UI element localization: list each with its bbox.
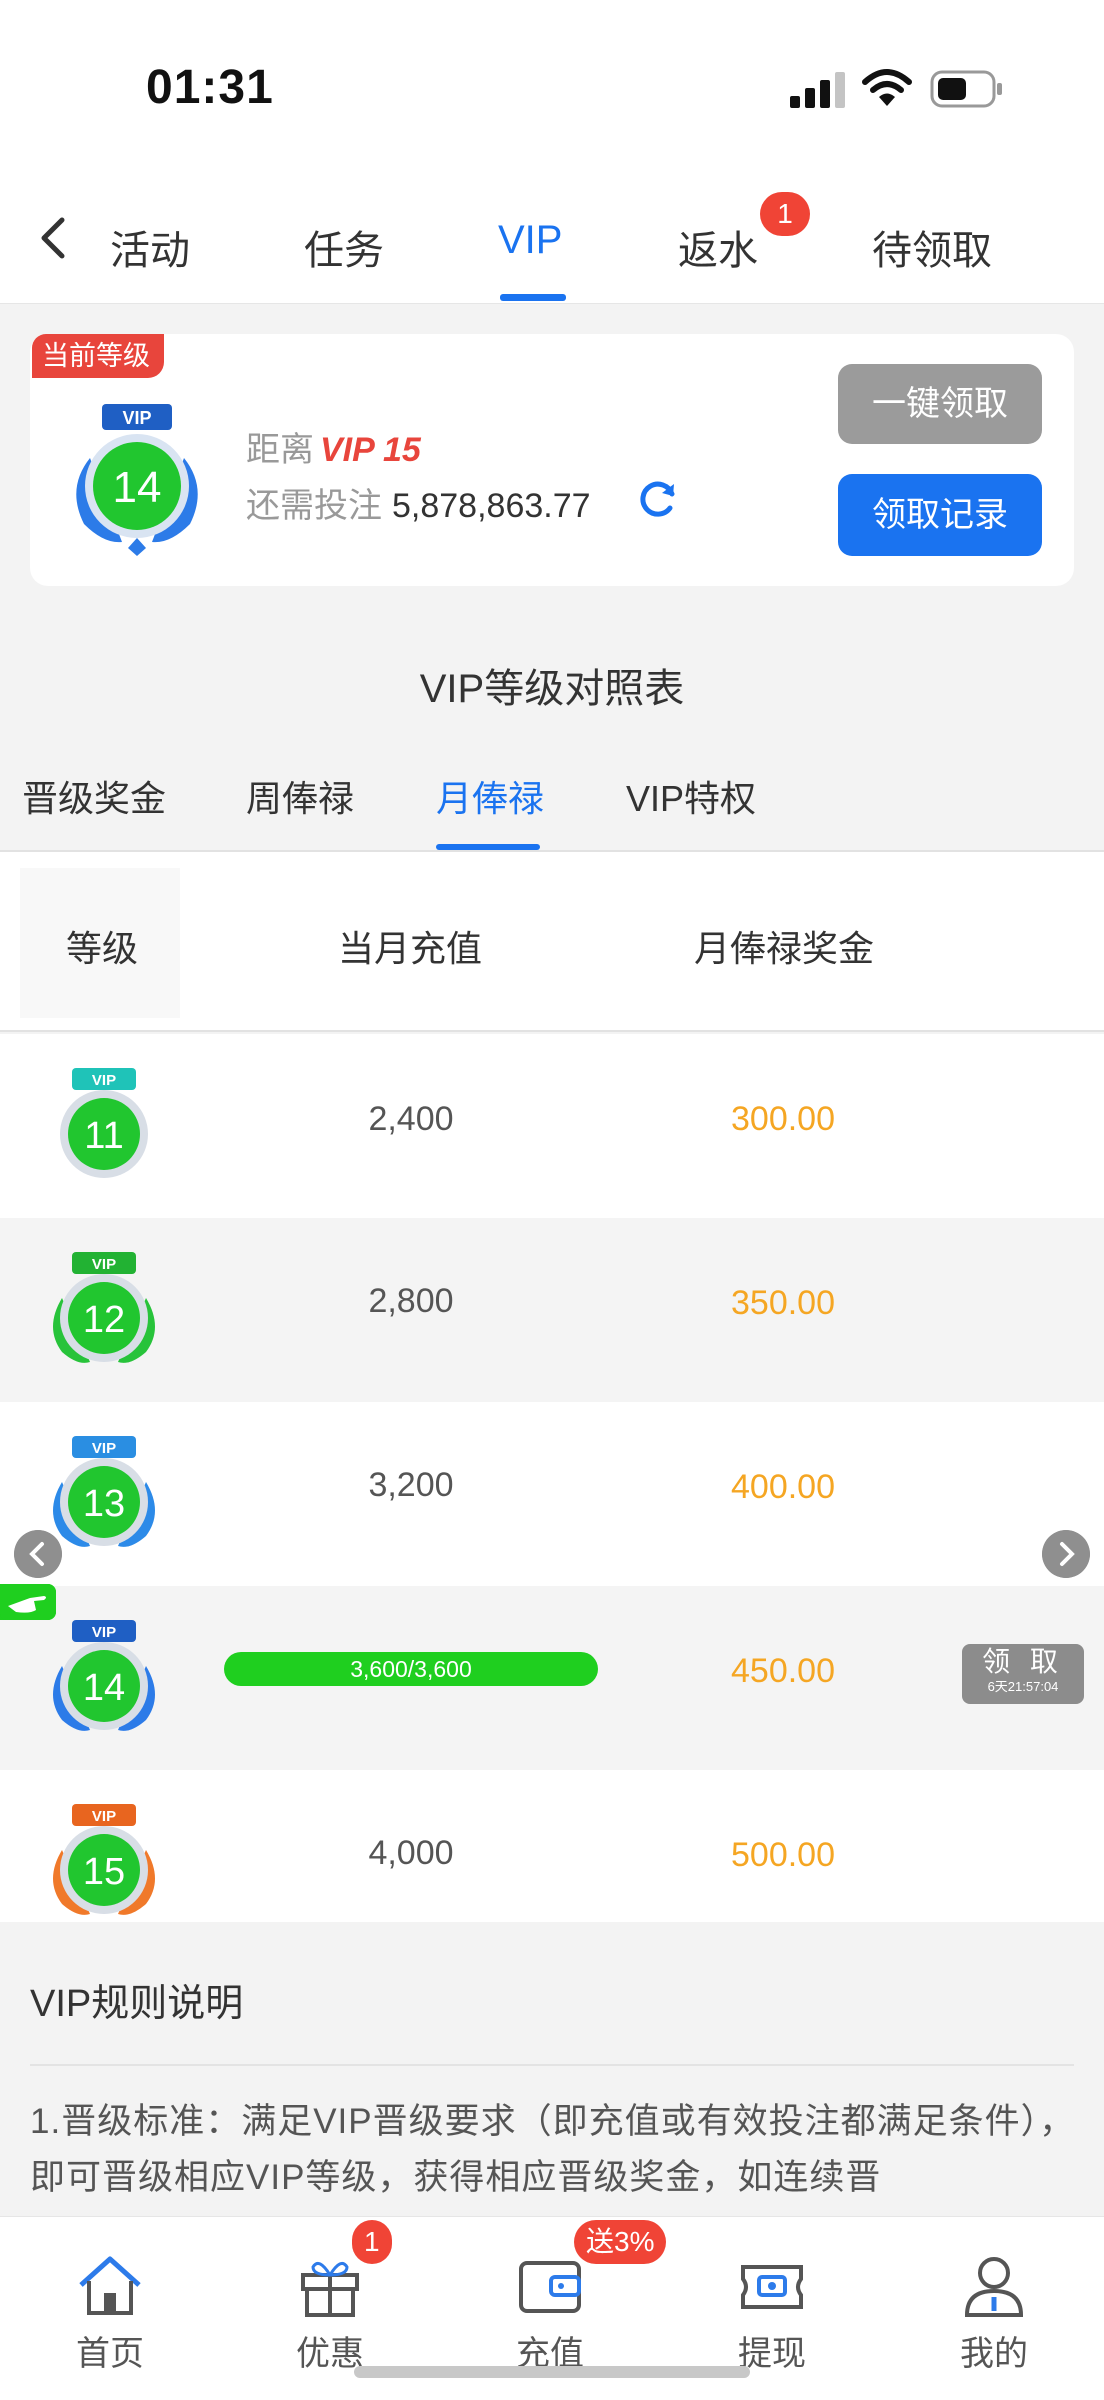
nav-recharge[interactable]: 充值 — [490, 2253, 610, 2375]
vip-14-medal-icon: VIP 14 — [76, 404, 198, 556]
claim-countdown: 6天21:57:04 — [987, 1679, 1059, 1694]
gift-icon — [301, 2261, 359, 2317]
withdraw-icon — [741, 2265, 803, 2309]
recharge-value: 3,200 — [368, 1466, 454, 1504]
svg-text:VIP: VIP — [122, 408, 151, 428]
tab-activities[interactable]: 活动 — [110, 218, 190, 276]
recharge-progress-bar: 3,600/3,600 — [224, 1652, 598, 1686]
vip-12-medal-icon: VIP 12 — [53, 1252, 155, 1363]
svg-text:14: 14 — [83, 1667, 125, 1709]
tab-tasks[interactable]: 任务 — [304, 218, 384, 276]
recharge-value: 4,000 — [368, 1834, 454, 1872]
signal-icon — [790, 72, 845, 108]
tab-rebate[interactable]: 返水 — [678, 218, 758, 276]
distance-text: 距离 VIP 15 — [246, 422, 421, 471]
svg-text:15: 15 — [83, 1851, 125, 1893]
current-level-tag: 当前等级 — [32, 334, 164, 378]
home-indicator — [354, 2366, 750, 2378]
home-icon — [79, 2256, 141, 2315]
scroll-right-icon[interactable] — [1042, 1530, 1090, 1578]
bonus-value: 300.00 — [731, 1100, 835, 1138]
table-row: VIP 12 2,800 350.00 — [0, 1218, 1104, 1402]
bonus-value: 450.00 — [731, 1652, 835, 1690]
need-bet-label: 还需投注 — [246, 487, 382, 525]
tab-pending[interactable]: 待领取 — [872, 218, 992, 276]
nav-profile[interactable]: 我的 — [934, 2253, 1054, 2375]
scroll-left-icon[interactable] — [14, 1530, 62, 1578]
svg-text:VIP: VIP — [92, 1440, 116, 1457]
need-bet-amount: 5,878,863.77 — [392, 487, 591, 525]
back-arrow-icon[interactable] — [30, 210, 80, 266]
active-tab-indicator — [500, 294, 566, 301]
rules-text: 1.晋级标准：满足VIP晋级要求（即充值或有效投注都满足条件），即可晋级相应VI… — [30, 2102, 1076, 2197]
claim-records-button[interactable]: 领取记录 — [838, 474, 1042, 556]
nav-offers[interactable]: 优惠 — [270, 2253, 390, 2375]
bonus-value: 500.00 — [731, 1836, 835, 1874]
top-tab-bar: 活动 任务 VIP 返水 1 待领取 — [0, 180, 1104, 304]
svg-text:13: 13 — [83, 1483, 125, 1525]
need-bet-text: 还需投注 5,878,863.77 — [246, 478, 591, 527]
tab-vip[interactable]: VIP — [498, 218, 562, 263]
header-level: 等级 — [66, 928, 139, 969]
offers-badge: 1 — [352, 2220, 392, 2264]
bonus-value: 350.00 — [731, 1284, 835, 1322]
recharge-bonus-badge: 送3% — [574, 2220, 667, 2264]
user-icon — [964, 2257, 1024, 2317]
svg-text:12: 12 — [83, 1299, 125, 1341]
table-row: VIP 13 3,200 400.00 — [0, 1402, 1104, 1586]
claim-label: 领 取 — [982, 1646, 1064, 1677]
wallet-icon — [519, 2261, 581, 2313]
subtab-weekly-salary[interactable]: 周俸禄 — [246, 770, 354, 822]
vip-11-medal-icon: VIP 11 — [60, 1068, 148, 1178]
nav-home-label: 首页 — [76, 2335, 144, 2373]
divider — [30, 2064, 1074, 2066]
rules-title: VIP规则说明 — [30, 1983, 244, 2025]
bonus-value: 400.00 — [731, 1468, 835, 1506]
nav-home[interactable]: 首页 — [50, 2253, 170, 2375]
subtab-monthly-salary[interactable]: 月俸禄 — [436, 770, 544, 822]
recharge-value: 2,400 — [368, 1100, 454, 1138]
svg-text:VIP: VIP — [92, 1808, 116, 1825]
claim-all-button[interactable]: 一键领取 — [838, 364, 1042, 444]
vip-13-medal-icon: VIP 13 — [53, 1436, 155, 1547]
table-row: VIP 15 4,000 500.00 — [0, 1770, 1104, 1922]
vip-14-medal-icon: VIP 14 — [53, 1620, 155, 1731]
rebate-badge: 1 — [760, 192, 810, 236]
svg-text:VIP: VIP — [92, 1256, 116, 1273]
svg-text:14: 14 — [113, 463, 162, 512]
vip-15-medal-icon: VIP 15 — [53, 1804, 155, 1915]
header-recharge: 当月充值 — [338, 928, 483, 969]
battery-icon — [930, 70, 1002, 108]
svg-text:VIP: VIP — [92, 1624, 116, 1641]
distance-label: 距离 — [246, 431, 314, 469]
nav-withdraw[interactable]: 提现 — [712, 2253, 832, 2375]
svg-text:VIP: VIP — [92, 1072, 116, 1089]
next-level: VIP 15 — [320, 431, 421, 469]
pointing-hand-icon — [0, 1584, 56, 1620]
recharge-value: 2,800 — [368, 1282, 454, 1320]
svg-text:11: 11 — [84, 1115, 123, 1157]
refresh-icon[interactable] — [636, 476, 680, 520]
wifi-icon — [862, 69, 912, 106]
section-title: VIP等级对照表 — [419, 667, 685, 711]
status-time: 01:31 — [146, 61, 274, 114]
status-bar: 01:31 — [0, 0, 1104, 180]
table-header: 等级 当月充值 月俸禄奖金 — [0, 852, 1104, 1032]
claim-button[interactable]: 领 取 6天21:57:04 — [962, 1644, 1084, 1704]
subtab-vip-privileges[interactable]: VIP特权 — [626, 770, 756, 822]
table-row: VIP 11 2,400 300.00 — [0, 1034, 1104, 1218]
header-monthly-bonus: 月俸禄奖金 — [694, 928, 875, 969]
nav-profile-label: 我的 — [960, 2335, 1028, 2373]
subtab-promotion-bonus[interactable]: 晋级奖金 — [22, 770, 166, 822]
